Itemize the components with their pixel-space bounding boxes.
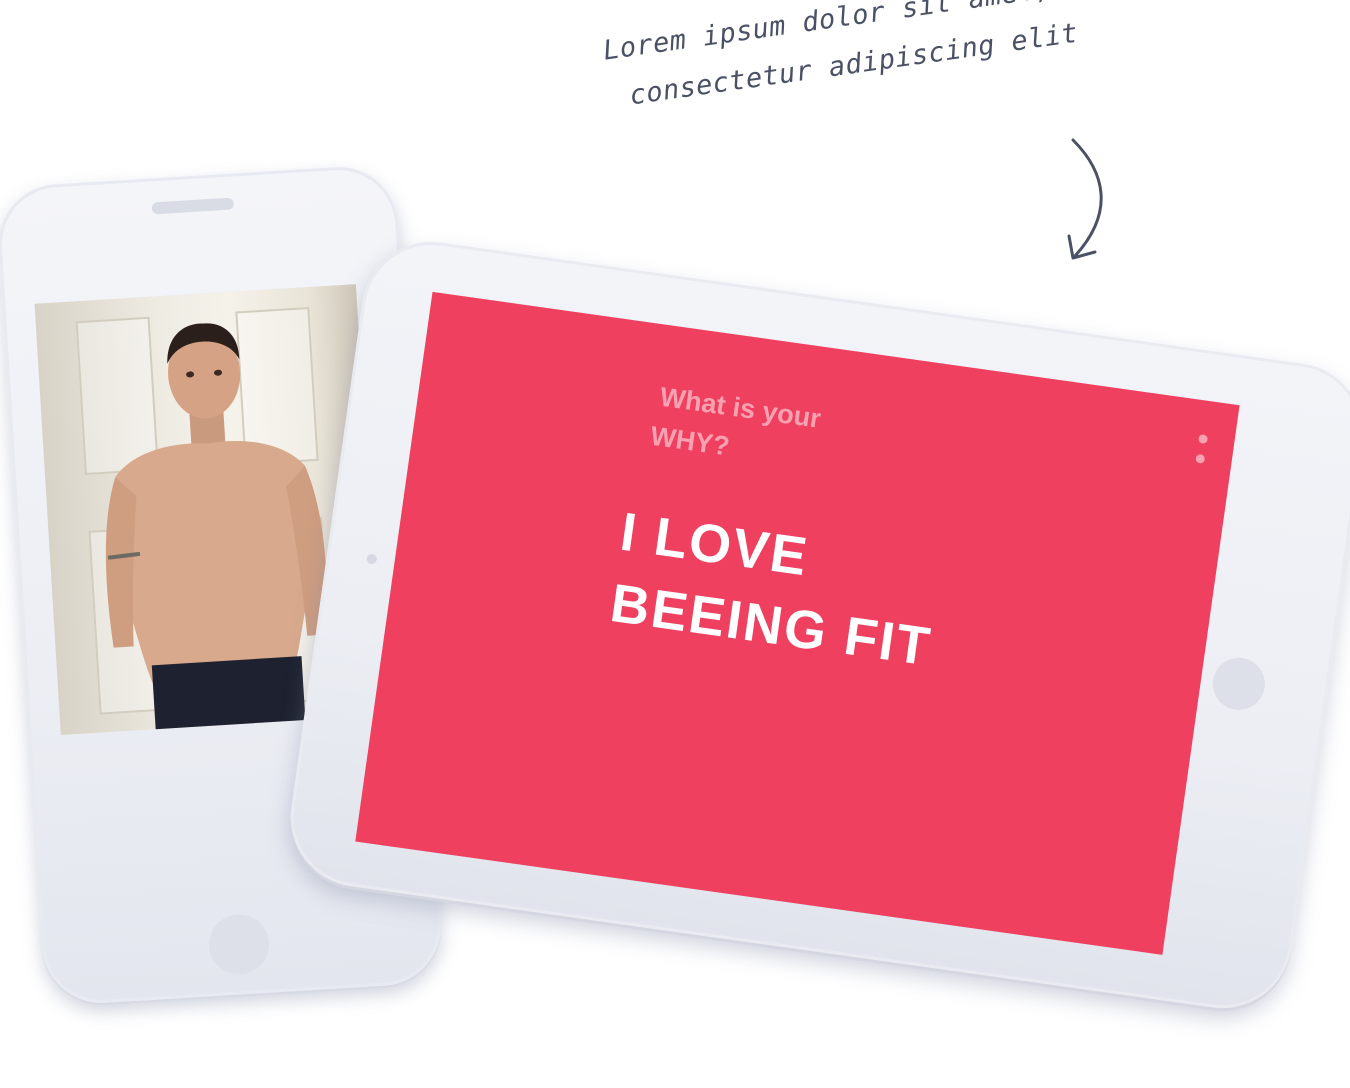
- tablet-device: What is your WHY? I LOVE BEEING FIT: [281, 232, 1350, 1018]
- device-showcase: Lorem ipsum dolor sit amet, consectetur …: [0, 0, 1350, 1088]
- man-figure: [105, 323, 328, 735]
- menu-dot: [1197, 433, 1209, 445]
- tablet-camera: [366, 553, 378, 565]
- more-vertical-icon[interactable]: [1192, 432, 1211, 468]
- phone-speaker: [151, 197, 235, 215]
- curved-arrow-icon: [1067, 138, 1103, 260]
- why-answer: I LOVE BEEING FIT: [606, 496, 946, 684]
- menu-dot: [1195, 453, 1206, 464]
- why-question: What is your WHY?: [649, 377, 824, 479]
- tablet-home-button[interactable]: [1209, 654, 1269, 714]
- phone-home-button[interactable]: [207, 912, 271, 977]
- handwritten-annotation: Lorem ipsum dolor sit amet, consectetur …: [600, 0, 1168, 123]
- tablet-screen: What is your WHY? I LOVE BEEING FIT: [355, 291, 1240, 955]
